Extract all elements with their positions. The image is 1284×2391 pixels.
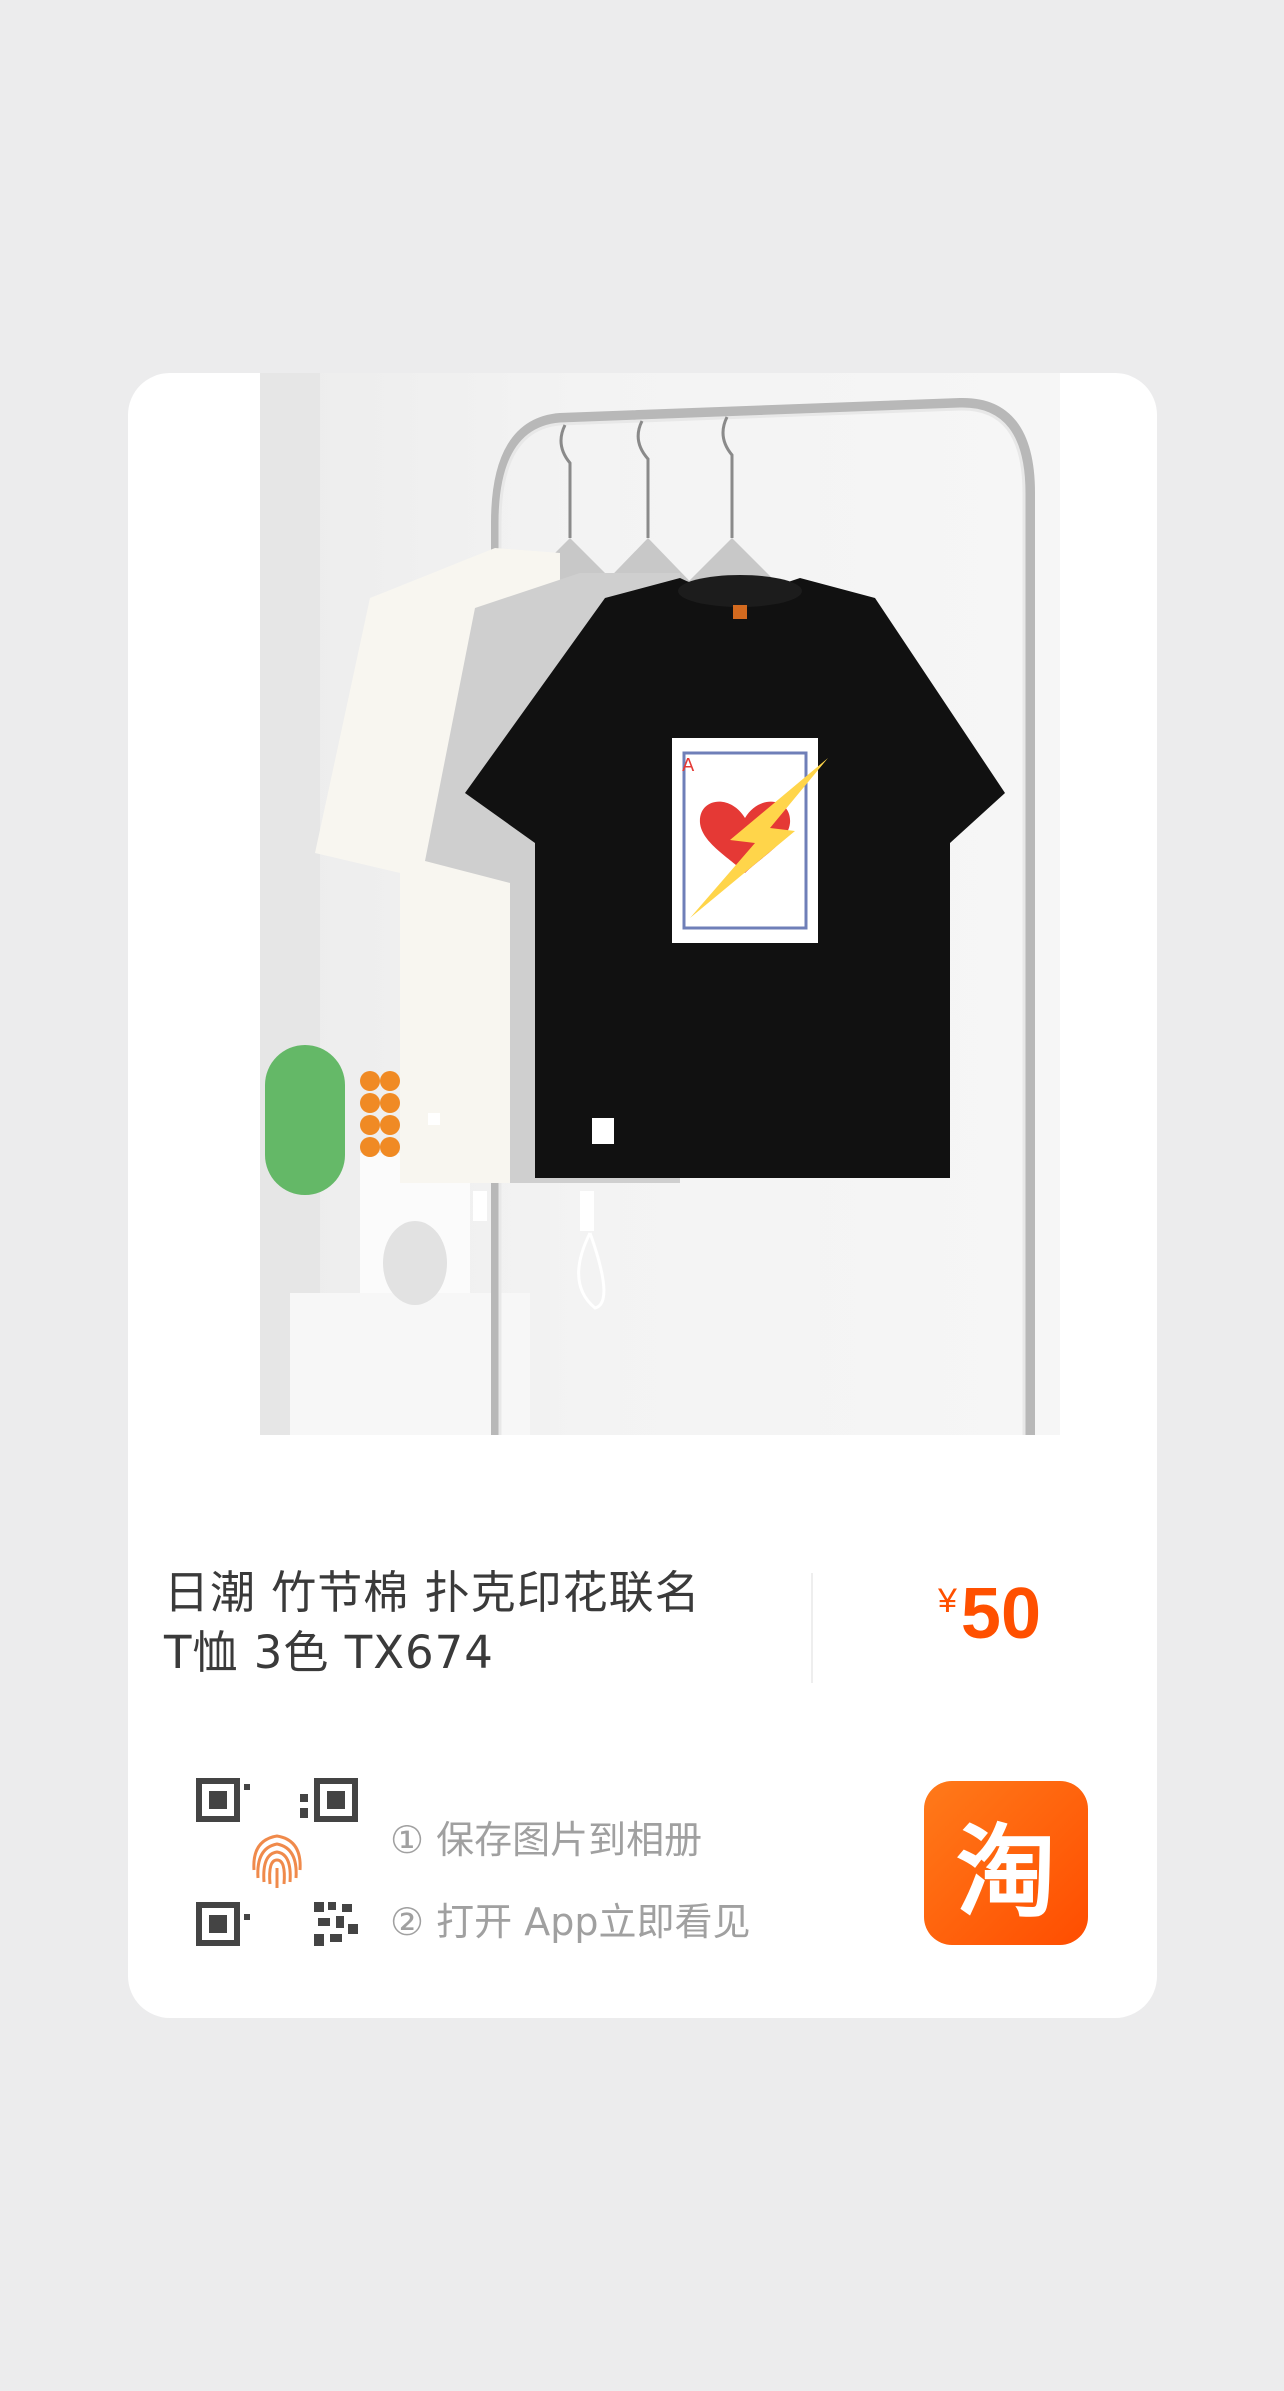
instruction-step-2: ② 打开 App立即看见 (390, 1900, 751, 1944)
product-title-line1: 日潮 竹节棉 扑克印花联名 (164, 1566, 701, 1619)
title-price-divider (811, 1573, 813, 1683)
product-image[interactable]: A (260, 373, 1060, 1435)
product-title-line2: T恤 3色 TX674 (164, 1626, 494, 1679)
price-value: 50 (960, 1574, 1042, 1654)
qr-scan-illustration (196, 1778, 358, 1946)
share-card: A 日潮 竹节棉 扑克印花联名 T恤 3色 TX674 ¥50 ① 保存图片到相… (128, 373, 1157, 2018)
fingerprint-icon (252, 1834, 302, 1888)
product-title[interactable]: 日潮 竹节棉 扑克印花联名 T恤 3色 TX674 (164, 1563, 764, 1683)
product-price: ¥50 (938, 1573, 1041, 1655)
svg-text:A: A (682, 755, 695, 776)
qr-code-icon[interactable] (196, 1778, 358, 1946)
currency-symbol: ¥ (938, 1582, 957, 1620)
product-photo-illustration: A (260, 373, 1035, 1435)
share-instructions: ① 保存图片到相册 ② 打开 App立即看见 (390, 1799, 750, 1963)
instruction-step-1: ① 保存图片到相册 (390, 1818, 703, 1862)
taobao-app-icon[interactable]: 淘 (924, 1781, 1088, 1945)
